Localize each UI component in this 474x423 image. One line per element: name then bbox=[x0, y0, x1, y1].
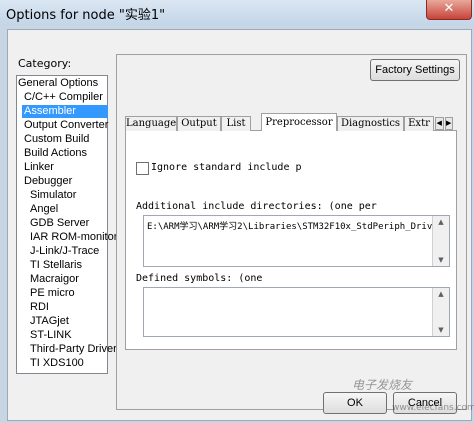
tab-extra[interactable]: Extr bbox=[404, 116, 434, 131]
defined-symbols-scrollbar[interactable]: ▲ ▼ bbox=[432, 288, 449, 336]
category-item-build-actions[interactable]: Build Actions bbox=[24, 147, 87, 160]
category-item-third-party-driver[interactable]: Third-Party Driver bbox=[30, 343, 117, 356]
ignore-std-include-checkbox[interactable] bbox=[136, 162, 149, 175]
close-icon: ✕ bbox=[443, 1, 455, 16]
ignore-std-include-label: Ignore standard include p bbox=[151, 162, 302, 173]
include-dirs-label: Additional include directories: (one per bbox=[136, 201, 377, 212]
category-item-simulator[interactable]: Simulator bbox=[30, 189, 76, 202]
title-bar: Options for node "实验1" ✕ bbox=[0, 0, 474, 25]
tab-scroll-buttons[interactable]: ◀ ▶ bbox=[435, 117, 453, 130]
category-item-macraigor[interactable]: Macraigor bbox=[30, 273, 79, 286]
category-item-ti-xds100[interactable]: TI XDS100 bbox=[30, 357, 84, 370]
chevron-right-icon[interactable]: ▶ bbox=[444, 117, 453, 130]
category-item-gdb-server[interactable]: GDB Server bbox=[30, 217, 89, 230]
category-item-jtagjet[interactable]: JTAGjet bbox=[30, 315, 69, 328]
category-item-angel[interactable]: Angel bbox=[30, 203, 58, 216]
category-item-output-converter[interactable]: Output Converter bbox=[24, 119, 108, 132]
chevron-left-icon[interactable]: ◀ bbox=[435, 117, 444, 130]
scroll-down-icon[interactable]: ▼ bbox=[433, 254, 449, 266]
tab-output[interactable]: Output bbox=[177, 116, 221, 131]
ok-button[interactable]: OK bbox=[323, 392, 387, 414]
window-title: Options for node "实验1" bbox=[6, 8, 166, 23]
tab-list[interactable]: List bbox=[221, 116, 251, 131]
include-dirs-scrollbar[interactable]: ▲ ▼ bbox=[432, 216, 449, 266]
defined-symbols-textarea[interactable]: ▲ ▼ bbox=[143, 287, 450, 337]
category-item-st-link[interactable]: ST-LINK bbox=[30, 329, 72, 342]
scroll-down-icon[interactable]: ▼ bbox=[433, 324, 449, 336]
category-item-assembler[interactable]: Assembler bbox=[22, 105, 108, 118]
watermark-url: www.elecfans.com bbox=[392, 403, 474, 413]
category-item-rdi[interactable]: RDI bbox=[30, 301, 49, 314]
scroll-up-icon[interactable]: ▲ bbox=[433, 216, 449, 228]
category-item-general-options[interactable]: General Options bbox=[18, 77, 98, 90]
category-item-pe-micro[interactable]: PE micro bbox=[30, 287, 75, 300]
scroll-up-icon[interactable]: ▲ bbox=[433, 288, 449, 300]
factory-settings-button[interactable]: Factory Settings bbox=[370, 59, 460, 81]
tab-diagnostics[interactable]: Diagnostics bbox=[337, 116, 404, 131]
category-list[interactable]: General Options C/C++ Compiler Assembler… bbox=[16, 75, 117, 374]
category-item-linker[interactable]: Linker bbox=[24, 161, 54, 174]
defined-symbols-label: Defined symbols: (one bbox=[136, 273, 263, 284]
tab-language[interactable]: Language bbox=[125, 116, 177, 131]
category-item-custom-build[interactable]: Custom Build bbox=[24, 133, 89, 146]
tab-preprocessor[interactable]: Preprocessor bbox=[261, 113, 337, 131]
category-item-jlink-jtrace[interactable]: J-Link/J-Trace bbox=[30, 245, 99, 258]
watermark-text: 电子发烧友 bbox=[352, 378, 413, 392]
include-dirs-textarea[interactable]: E:\ARM学习\ARM学习2\Libraries\STM32F10x_StdP… bbox=[143, 215, 450, 267]
category-item-cpp-compiler[interactable]: C/C++ Compiler bbox=[24, 91, 103, 104]
close-button[interactable]: ✕ bbox=[426, 0, 472, 20]
category-item-ti-stellaris[interactable]: TI Stellaris bbox=[30, 259, 82, 272]
category-item-iar-rom-monitor[interactable]: IAR ROM-monitor bbox=[30, 231, 117, 244]
include-dirs-value: E:\ARM学习\ARM学习2\Libraries\STM32F10x_StdP… bbox=[147, 222, 433, 232]
category-label: Category: bbox=[18, 57, 72, 70]
category-item-debugger[interactable]: Debugger bbox=[24, 175, 72, 188]
